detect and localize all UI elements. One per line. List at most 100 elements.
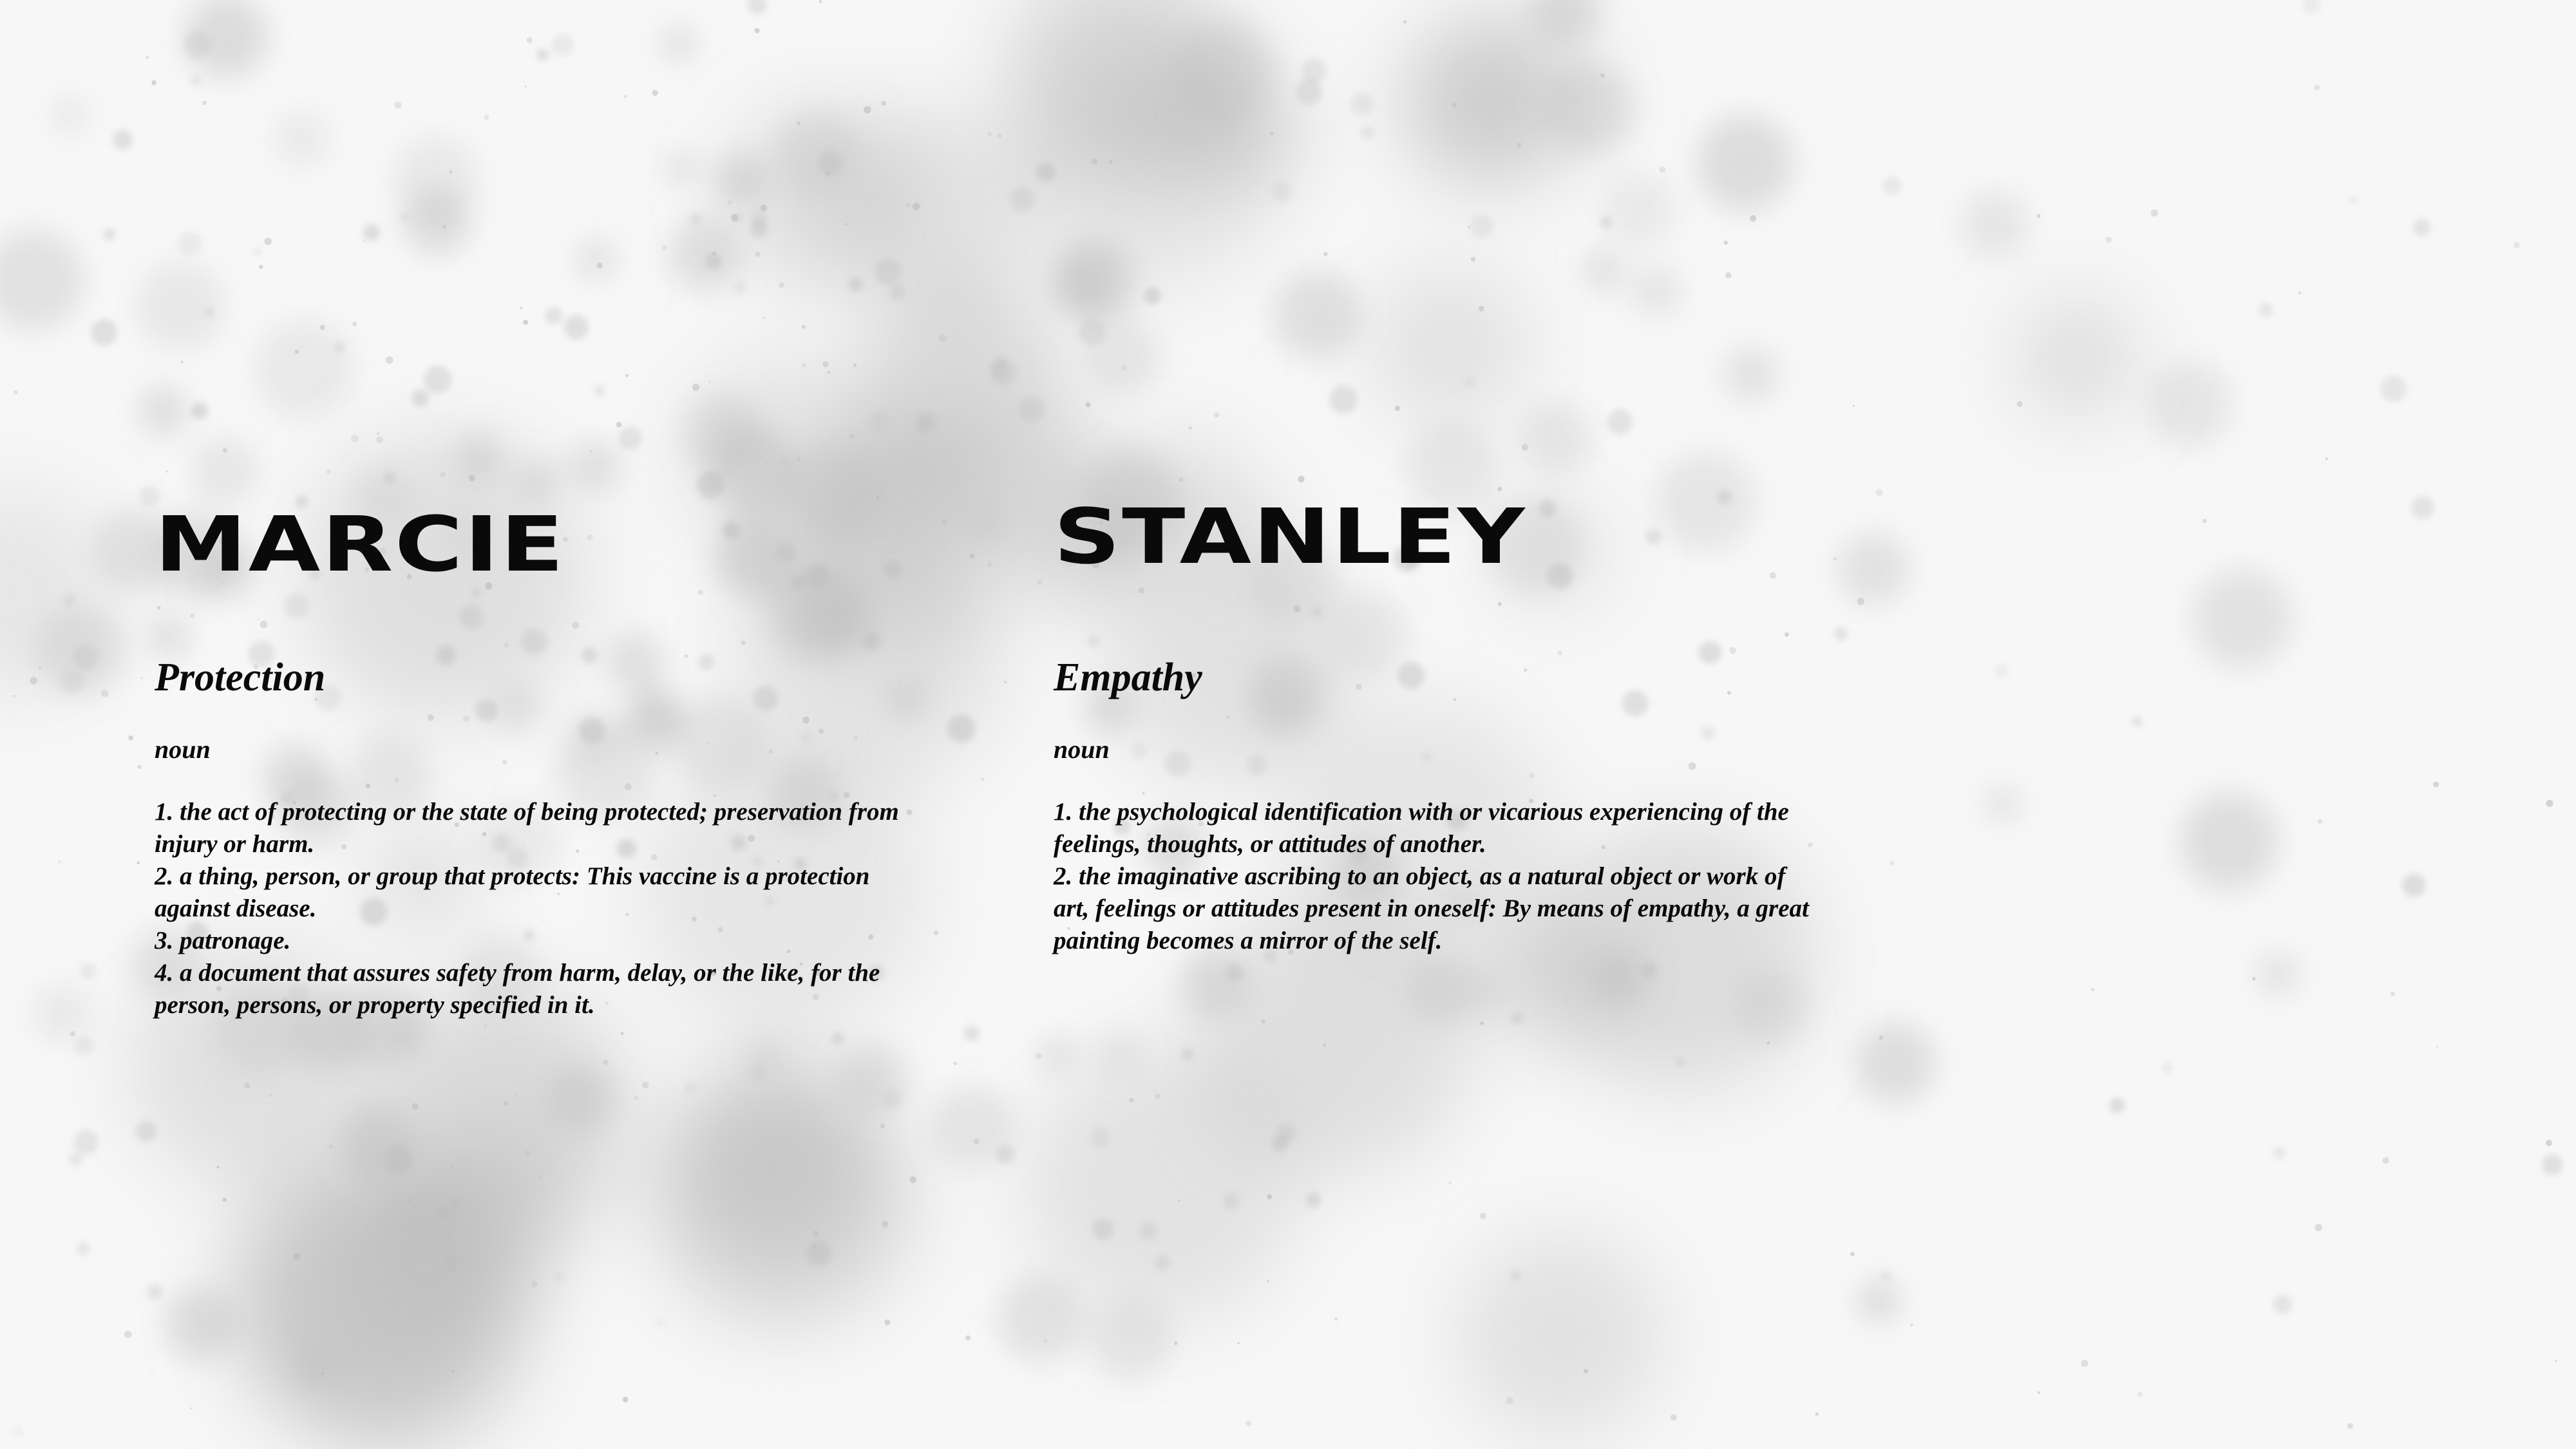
speckle: [1138, 587, 1145, 594]
speckle: [874, 258, 902, 286]
speckle: [618, 426, 643, 450]
speckle: [1129, 1097, 1134, 1103]
speckle: [1889, 860, 1895, 866]
speckle: [1088, 635, 1099, 647]
speckle: [2273, 1146, 2286, 1160]
term-heading: Empathy: [1054, 656, 1202, 699]
speckle: [884, 1319, 891, 1325]
speckle: [1528, 773, 1535, 779]
speckle: [180, 361, 184, 363]
speckle: [766, 462, 768, 465]
speckle: [294, 1349, 332, 1387]
speckle: [52, 97, 88, 133]
speckle: [1182, 1048, 1193, 1060]
speckle: [882, 1220, 889, 1228]
speckle: [1448, 1181, 1452, 1184]
speckle: [284, 593, 309, 619]
speckle: [493, 684, 540, 731]
speckle: [1506, 1397, 1513, 1405]
speckle: [1267, 1280, 1269, 1283]
speckle: [2298, 291, 2302, 295]
speckle: [731, 214, 739, 222]
speckle: [140, 677, 143, 679]
speckle: [1237, 1342, 1240, 1345]
speckle: [436, 645, 457, 666]
speckle: [1273, 270, 1362, 360]
speckle: [572, 621, 580, 629]
speckle: [536, 48, 549, 61]
speckle: [1269, 131, 1274, 136]
speckle: [1088, 1298, 1173, 1383]
speckle: [997, 1275, 1084, 1363]
speckle: [656, 1318, 664, 1327]
speckle: [1247, 755, 1267, 775]
speckle: [1452, 102, 1457, 108]
speckle: [1640, 961, 1658, 978]
speckle: [768, 749, 773, 754]
speckle: [294, 350, 299, 354]
speckle: [147, 614, 192, 659]
speckle: [91, 319, 118, 346]
speckle: [661, 26, 696, 61]
speckle: [905, 202, 911, 207]
speckle: [515, 1094, 518, 1096]
speckle: [1356, 683, 1362, 690]
speckle: [1085, 402, 1091, 408]
speckle: [1785, 632, 1789, 637]
speckle: [819, 728, 824, 734]
speckle: [1261, 1019, 1266, 1024]
speckle: [2202, 518, 2207, 524]
speckle: [1995, 664, 2008, 677]
speckle: [1174, 1341, 1178, 1345]
speckle: [798, 580, 873, 655]
speckle: [805, 1240, 833, 1267]
speckle: [1600, 216, 1613, 229]
speckle: [515, 460, 559, 504]
speckle: [259, 265, 263, 269]
person-name: MARCIE: [155, 500, 565, 589]
speckle: [523, 319, 528, 325]
speckle: [1130, 742, 1147, 759]
speckle: [663, 151, 699, 186]
speckle: [2317, 819, 2323, 824]
speckle: [812, 1230, 819, 1237]
speckle: [964, 1026, 980, 1041]
speckle: [156, 605, 161, 610]
speckle: [269, 1093, 272, 1097]
speckle: [440, 471, 446, 478]
speckle: [801, 732, 811, 743]
speckle: [540, 1175, 542, 1178]
speckle: [1670, 1414, 1677, 1421]
speckle: [708, 381, 711, 383]
speckle: [912, 202, 920, 211]
speckle: [1478, 305, 1484, 312]
speckle: [581, 647, 598, 664]
speckle: [451, 1369, 455, 1373]
speckle: [1055, 254, 1118, 318]
speckle: [755, 251, 761, 258]
speckle: [624, 783, 632, 791]
speckle: [831, 1032, 844, 1045]
speckle: [953, 1061, 958, 1066]
speckle: [781, 457, 789, 466]
speckle: [1121, 365, 1128, 371]
speckle: [2257, 952, 2300, 996]
speckle: [224, 1157, 503, 1436]
speckle: [854, 735, 858, 740]
speckle: [882, 1089, 902, 1109]
speckle: [775, 111, 860, 196]
speckle: [1036, 1053, 1042, 1059]
speckle: [2390, 991, 2395, 996]
speckle: [1517, 142, 1522, 148]
speckle: [1322, 591, 1409, 677]
speckle: [673, 696, 768, 791]
speckle: [2315, 1224, 2322, 1231]
speckle: [394, 101, 402, 109]
speckle: [424, 365, 452, 393]
speckle: [2402, 873, 2426, 897]
speckle: [698, 590, 703, 595]
speckle: [802, 716, 810, 724]
speckle: [1177, 1199, 1180, 1202]
speckle: [1164, 750, 1191, 777]
speckle: [293, 1253, 301, 1260]
